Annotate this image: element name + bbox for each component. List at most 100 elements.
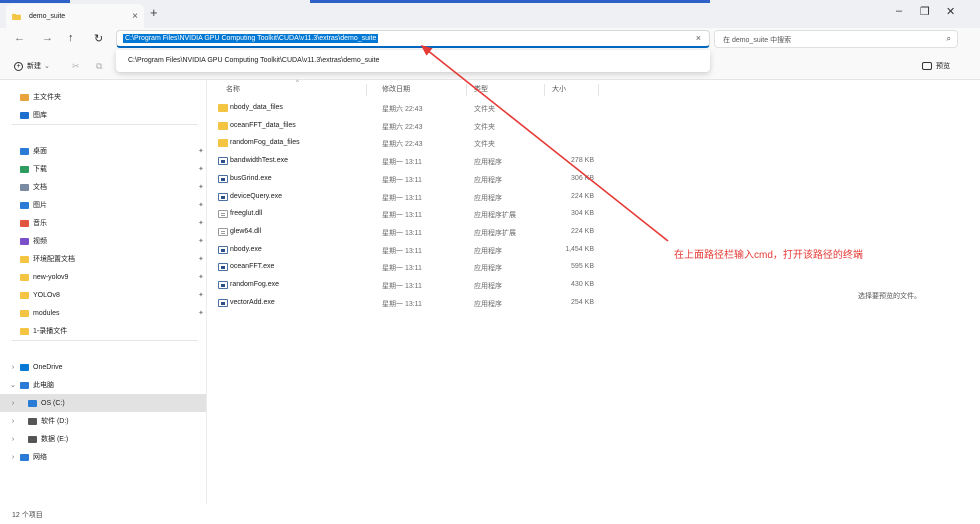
sidebar-item[interactable]: › 数据 (E:) (0, 430, 206, 448)
file-row[interactable]: oceanFFT.exe 星期一 13:11 应用程序 595 KB (210, 259, 600, 276)
sidebar-item-label: 1-录播文件 (33, 328, 68, 335)
sidebar-item-label: OS (C:) (41, 399, 65, 407)
new-button[interactable]: + 新建 ⌄ (14, 61, 50, 71)
home-icon (20, 93, 29, 101)
file-name: deviceQuery.exe (230, 192, 283, 200)
search-input[interactable]: 在 demo_suite 中搜索 ⌕ (714, 30, 958, 48)
column-separator[interactable] (366, 84, 367, 96)
preview-button-label: 预览 (936, 63, 950, 70)
pin-icon[interactable]: ✦ (198, 219, 204, 227)
pane-divider[interactable] (206, 80, 207, 504)
exe-icon (218, 281, 228, 289)
file-row[interactable]: randomFog.exe 星期一 13:11 应用程序 430 KB (210, 277, 600, 294)
pin-icon[interactable]: ✦ (198, 273, 204, 281)
chevron-right-icon[interactable]: › (8, 454, 18, 461)
exe-icon (218, 157, 228, 166)
file-date: 星期六 22:43 (382, 141, 423, 149)
tab-close-icon[interactable]: × (132, 11, 138, 22)
file-row[interactable]: nbody_data_files 星期六 22:43 文件夹 (210, 100, 600, 117)
file-row[interactable]: nbody.exe 星期一 13:11 应用程序 1,454 KB (210, 242, 600, 259)
column-separator[interactable] (598, 84, 599, 96)
file-row[interactable]: oceanFFT_data_files 星期六 22:43 文件夹 (210, 118, 600, 135)
file-size: 304 KB (571, 210, 594, 218)
sidebar-item[interactable]: 文档 ✦ (0, 178, 206, 196)
column-header-date[interactable]: 修改日期 (382, 84, 410, 98)
sidebar-item-label: 音乐 (33, 220, 47, 227)
sidebar-item[interactable]: › OS (C:) (0, 394, 206, 412)
column-separator[interactable] (466, 84, 467, 96)
sidebar-item[interactable]: 音乐 ✦ (0, 214, 206, 232)
file-date: 星期一 13:11 (382, 194, 422, 202)
file-row[interactable]: bandwidthTest.exe 星期一 13:11 应用程序 278 KB (210, 153, 600, 170)
address-bar[interactable]: C:\Program Files\NVIDIA GPU Computing To… (116, 30, 710, 48)
preview-button[interactable]: 预览 (922, 61, 950, 71)
sidebar-item[interactable]: 图片 ✦ (0, 196, 206, 214)
maximize-button[interactable]: ❐ (920, 5, 930, 18)
file-row[interactable]: deviceQuery.exe 星期一 13:11 应用程序 224 KB (210, 189, 600, 206)
sidebar-item[interactable]: new-yolov9 ✦ (0, 268, 206, 286)
minimize-button[interactable]: – (896, 5, 902, 17)
pin-icon[interactable]: ✦ (198, 237, 204, 245)
copy-icon[interactable]: ⧉ (96, 61, 102, 72)
sidebar-item-label: 图库 (33, 112, 47, 119)
sidebar-item[interactable]: ⌄ 此电脑 (0, 376, 206, 394)
sidebar-item[interactable]: 图库 (0, 106, 206, 124)
chevron-right-icon[interactable]: › (8, 418, 18, 425)
pin-icon[interactable]: ✦ (198, 309, 204, 317)
sidebar-item[interactable]: 视频 ✦ (0, 232, 206, 250)
file-row[interactable]: randomFog_data_files 星期六 22:43 文件夹 (210, 135, 600, 152)
file-row[interactable]: vectorAdd.exe 星期一 13:11 应用程序 254 KB (210, 295, 600, 312)
back-icon[interactable]: ← (14, 32, 25, 44)
address-clear-icon[interactable]: × (696, 33, 701, 43)
sidebar-item[interactable]: › 网络 (0, 448, 206, 466)
pin-icon[interactable]: ✦ (198, 201, 204, 209)
address-suggestion-item[interactable]: C:\Program Files\NVIDIA GPU Computing To… (128, 57, 379, 64)
file-row[interactable]: busGrind.exe 星期一 13:11 应用程序 306 KB (210, 171, 600, 188)
file-row[interactable]: freeglut.dll 星期一 13:11 应用程序扩展 304 KB (210, 206, 600, 223)
sidebar-item-label: YOLOv8 (33, 291, 60, 299)
pin-icon[interactable]: ✦ (198, 291, 204, 299)
column-separator[interactable] (544, 84, 545, 96)
exe-icon (218, 245, 228, 254)
address-input[interactable]: C:\Program Files\NVIDIA GPU Computing To… (123, 34, 379, 43)
sidebar-item[interactable]: 下载 ✦ (0, 160, 206, 178)
pin-icon[interactable]: ✦ (198, 147, 204, 155)
file-name: busGrind.exe (230, 174, 272, 182)
file-type: 应用程序 (474, 159, 502, 167)
close-button[interactable]: ✕ (946, 5, 955, 18)
sidebar-item[interactable]: 主文件夹 (0, 88, 206, 106)
chevron-down-icon: ⌄ (44, 63, 50, 70)
folder-icon (218, 139, 228, 148)
up-icon[interactable]: ↑ (68, 32, 74, 44)
sidebar-item[interactable]: 桌面 ✦ (0, 142, 206, 160)
refresh-icon[interactable]: ↻ (94, 32, 103, 45)
column-header-size[interactable]: 大小 (552, 84, 566, 98)
column-header-name[interactable]: 名称 (226, 84, 240, 98)
sidebar-item-label: 桌面 (33, 148, 47, 155)
sidebar-item[interactable]: modules ✦ (0, 304, 206, 322)
preview-placeholder-text: 选择要预览的文件。 (858, 293, 921, 300)
chevron-right-icon[interactable]: › (8, 436, 18, 443)
forward-icon[interactable]: → (42, 32, 53, 44)
sidebar-item[interactable]: › 软件 (D:) (0, 412, 206, 430)
chevron-right-icon[interactable]: › (8, 364, 18, 371)
folder-icon (20, 327, 29, 335)
chevron-down-icon[interactable]: ⌄ (8, 381, 18, 389)
sidebar-item[interactable]: 环境配置文档 ✦ (0, 250, 206, 268)
sidebar-item[interactable]: 1-录播文件 (0, 322, 206, 340)
file-name: glew64.dll (230, 227, 262, 235)
tab-demo-suite[interactable]: demo_suite × (6, 4, 144, 28)
cut-icon[interactable]: ✂ (72, 61, 80, 72)
new-tab-button[interactable]: + (150, 5, 158, 20)
file-row[interactable]: glew64.dll 星期一 13:11 应用程序扩展 224 KB (210, 224, 600, 241)
pin-icon[interactable]: ✦ (198, 255, 204, 263)
search-icon[interactable]: ⌕ (947, 34, 951, 44)
pin-icon[interactable]: ✦ (198, 183, 204, 191)
sidebar-item[interactable]: YOLOv8 ✦ (0, 286, 206, 304)
pin-icon[interactable]: ✦ (198, 165, 204, 173)
sidebar-item-label: 下载 (33, 166, 47, 173)
sidebar-divider (12, 340, 198, 341)
chevron-right-icon[interactable]: › (8, 400, 18, 407)
sidebar-item[interactable]: › OneDrive (0, 358, 206, 376)
column-header-type[interactable]: 类型 (474, 84, 488, 98)
